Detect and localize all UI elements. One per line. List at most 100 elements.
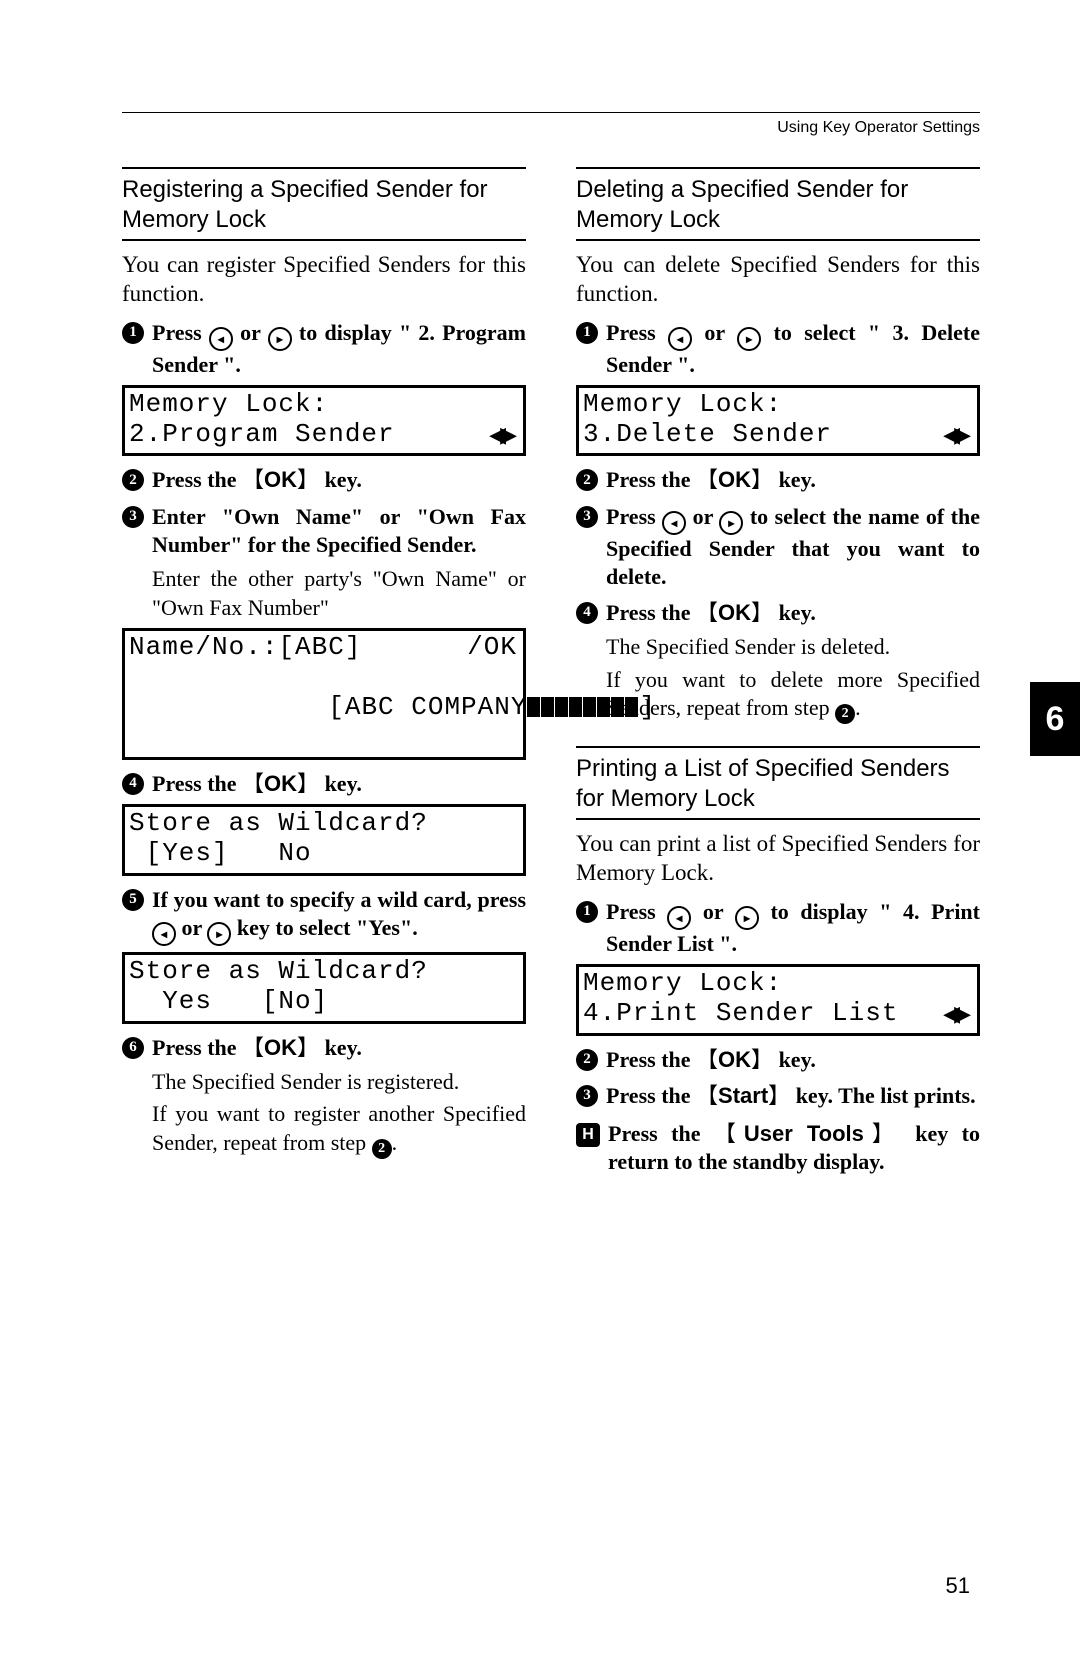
section-heading-register: Registering a Specified Sender for Memor… — [122, 175, 526, 235]
step-text: key. — [319, 467, 362, 492]
lcd-arrows-icon: ◀▶ — [943, 422, 971, 447]
lcd-display: Memory Lock: 2.Program Sender ◀▶ — [122, 385, 526, 457]
step-number-icon: 4 — [576, 602, 598, 624]
right-arrow-icon: ▸ — [737, 327, 761, 351]
lcd-line: Store as Wildcard? — [129, 809, 428, 839]
section-rule — [576, 167, 980, 169]
step-text: key to select "Yes". — [231, 915, 417, 940]
section-rule — [576, 818, 980, 820]
step-ref-icon: 2 — [372, 1139, 392, 1159]
lcd-line: Yes [No] — [129, 987, 328, 1017]
user-tools-key: User Tools — [714, 1121, 902, 1146]
major-step-H: H Press the User Tools key to return to … — [576, 1120, 980, 1176]
step-text: Press the — [152, 467, 242, 492]
step-note: The Specified Sender is registered. — [152, 1068, 526, 1097]
step-4: 4 Press the OK key. — [122, 770, 526, 798]
lcd-display: Name/No.:[ABC]/OK [ABC COMPANY] — [122, 628, 526, 760]
lcd-line: [Yes] No — [129, 839, 312, 869]
step-2: 2 Press the OK key. — [576, 1046, 980, 1074]
start-key: Start — [696, 1083, 790, 1108]
columns: Registering a Specified Sender for Memor… — [122, 167, 980, 1182]
step-note: If you want to register another Specifie… — [152, 1100, 526, 1159]
left-arrow-icon: ◂ — [667, 906, 691, 930]
lcd-line: Memory Lock: — [583, 969, 782, 999]
section-rule — [122, 239, 526, 241]
step-text: key. — [319, 771, 362, 796]
step-4: 4 Press the OK key. — [576, 599, 980, 627]
step-3: 3 Press the Start key. The list prints. — [576, 1082, 980, 1110]
ok-key: OK — [696, 600, 773, 625]
left-arrow-icon: ◂ — [152, 922, 176, 946]
right-column: Deleting a Specified Sender for Memory L… — [576, 167, 980, 1182]
left-arrow-icon: ◂ — [662, 511, 686, 535]
lcd-line: 4.Print Sender List — [583, 999, 898, 1029]
lcd-arrows-icon: ◀▶ — [489, 422, 517, 447]
step-text: or — [233, 320, 268, 345]
step-number-icon: 3 — [576, 506, 598, 528]
step-text: Press — [606, 504, 662, 529]
step-text: Press — [152, 320, 209, 345]
lcd-line: [ABC COMPANY — [328, 692, 527, 722]
lcd-arrows-icon: ◀▶ — [943, 1001, 971, 1026]
section-rule — [122, 167, 526, 169]
step-text: Press the — [152, 1035, 242, 1060]
ok-key: OK — [696, 1047, 773, 1072]
top-rule — [122, 112, 980, 113]
step-text: or — [692, 320, 737, 345]
ok-key: OK — [242, 467, 319, 492]
step-number-icon: 3 — [576, 1085, 598, 1107]
step-1: 1 Press ◂ or ▸ to display " 4. Print Sen… — [576, 898, 980, 958]
step-text: or — [176, 915, 207, 940]
step-text: or — [691, 899, 735, 924]
lcd-display: Store as Wildcard? [Yes] No — [122, 804, 526, 876]
step-note: If you want to delete more Specified Sen… — [606, 666, 980, 725]
step-note: Enter the other party's "Own Name" or "O… — [152, 565, 526, 622]
left-arrow-icon: ◂ — [209, 327, 233, 351]
major-step-icon: H — [576, 1123, 600, 1147]
step-text: key. — [773, 600, 816, 625]
step-number-icon: 1 — [576, 322, 598, 344]
manual-page: Using Key Operator Settings Registering … — [0, 0, 1080, 1669]
left-arrow-icon: ◂ — [668, 327, 692, 351]
step-3: 3 Enter "Own Name" or "Own Fax Number" f… — [122, 503, 526, 559]
step-text: key. — [773, 467, 816, 492]
step-6: 6 Press the OK key. — [122, 1034, 526, 1062]
step-text: Press the — [606, 1047, 696, 1072]
step-text: Enter "Own Name" or "Own Fax Number" for… — [152, 503, 526, 559]
lcd-line: Store as Wildcard? — [129, 957, 428, 987]
ok-key: OK — [242, 771, 319, 796]
step-text: Press the — [606, 1083, 696, 1108]
lcd-line: 2.Program Sender — [129, 420, 395, 450]
step-note: The Specified Sender is deleted. — [606, 633, 980, 662]
step-number-icon: 6 — [122, 1037, 144, 1059]
step-text: If you want to specify a wild card, pres… — [152, 887, 526, 912]
ok-key: OK — [242, 1035, 319, 1060]
step-text: Press the — [152, 771, 242, 796]
step-1: 1 Press ◂ or ▸ to select " 3. Delete Sen… — [576, 319, 980, 379]
step-number-icon: 4 — [122, 773, 144, 795]
step-text: Press the — [606, 600, 696, 625]
page-number: 51 — [946, 1573, 970, 1599]
step-text: Press — [606, 320, 668, 345]
right-arrow-icon: ▸ — [207, 922, 231, 946]
right-arrow-icon: ▸ — [735, 906, 759, 930]
intro-text: You can register Specified Senders for t… — [122, 251, 526, 309]
lcd-display: Store as Wildcard? Yes [No] — [122, 952, 526, 1024]
intro-text: You can print a list of Specified Sender… — [576, 830, 980, 888]
lcd-line: /OK — [467, 633, 517, 663]
step-text: Press the — [608, 1121, 714, 1146]
step-number-icon: 1 — [576, 901, 598, 923]
step-text: or — [686, 504, 719, 529]
section-rule — [576, 239, 980, 241]
step-text: key. — [319, 1035, 362, 1060]
step-ref-icon: 2 — [835, 704, 855, 724]
step-2: 2 Press the OK key. — [576, 466, 980, 494]
intro-text: You can delete Specified Senders for thi… — [576, 251, 980, 309]
step-number-icon: 2 — [122, 469, 144, 491]
step-2: 2 Press the OK key. — [122, 466, 526, 494]
step-number-icon: 5 — [122, 889, 144, 911]
step-text: Press the — [606, 467, 696, 492]
lcd-line: Memory Lock: — [129, 390, 328, 420]
left-column: Registering a Specified Sender for Memor… — [122, 167, 526, 1182]
right-arrow-icon: ▸ — [719, 511, 743, 535]
